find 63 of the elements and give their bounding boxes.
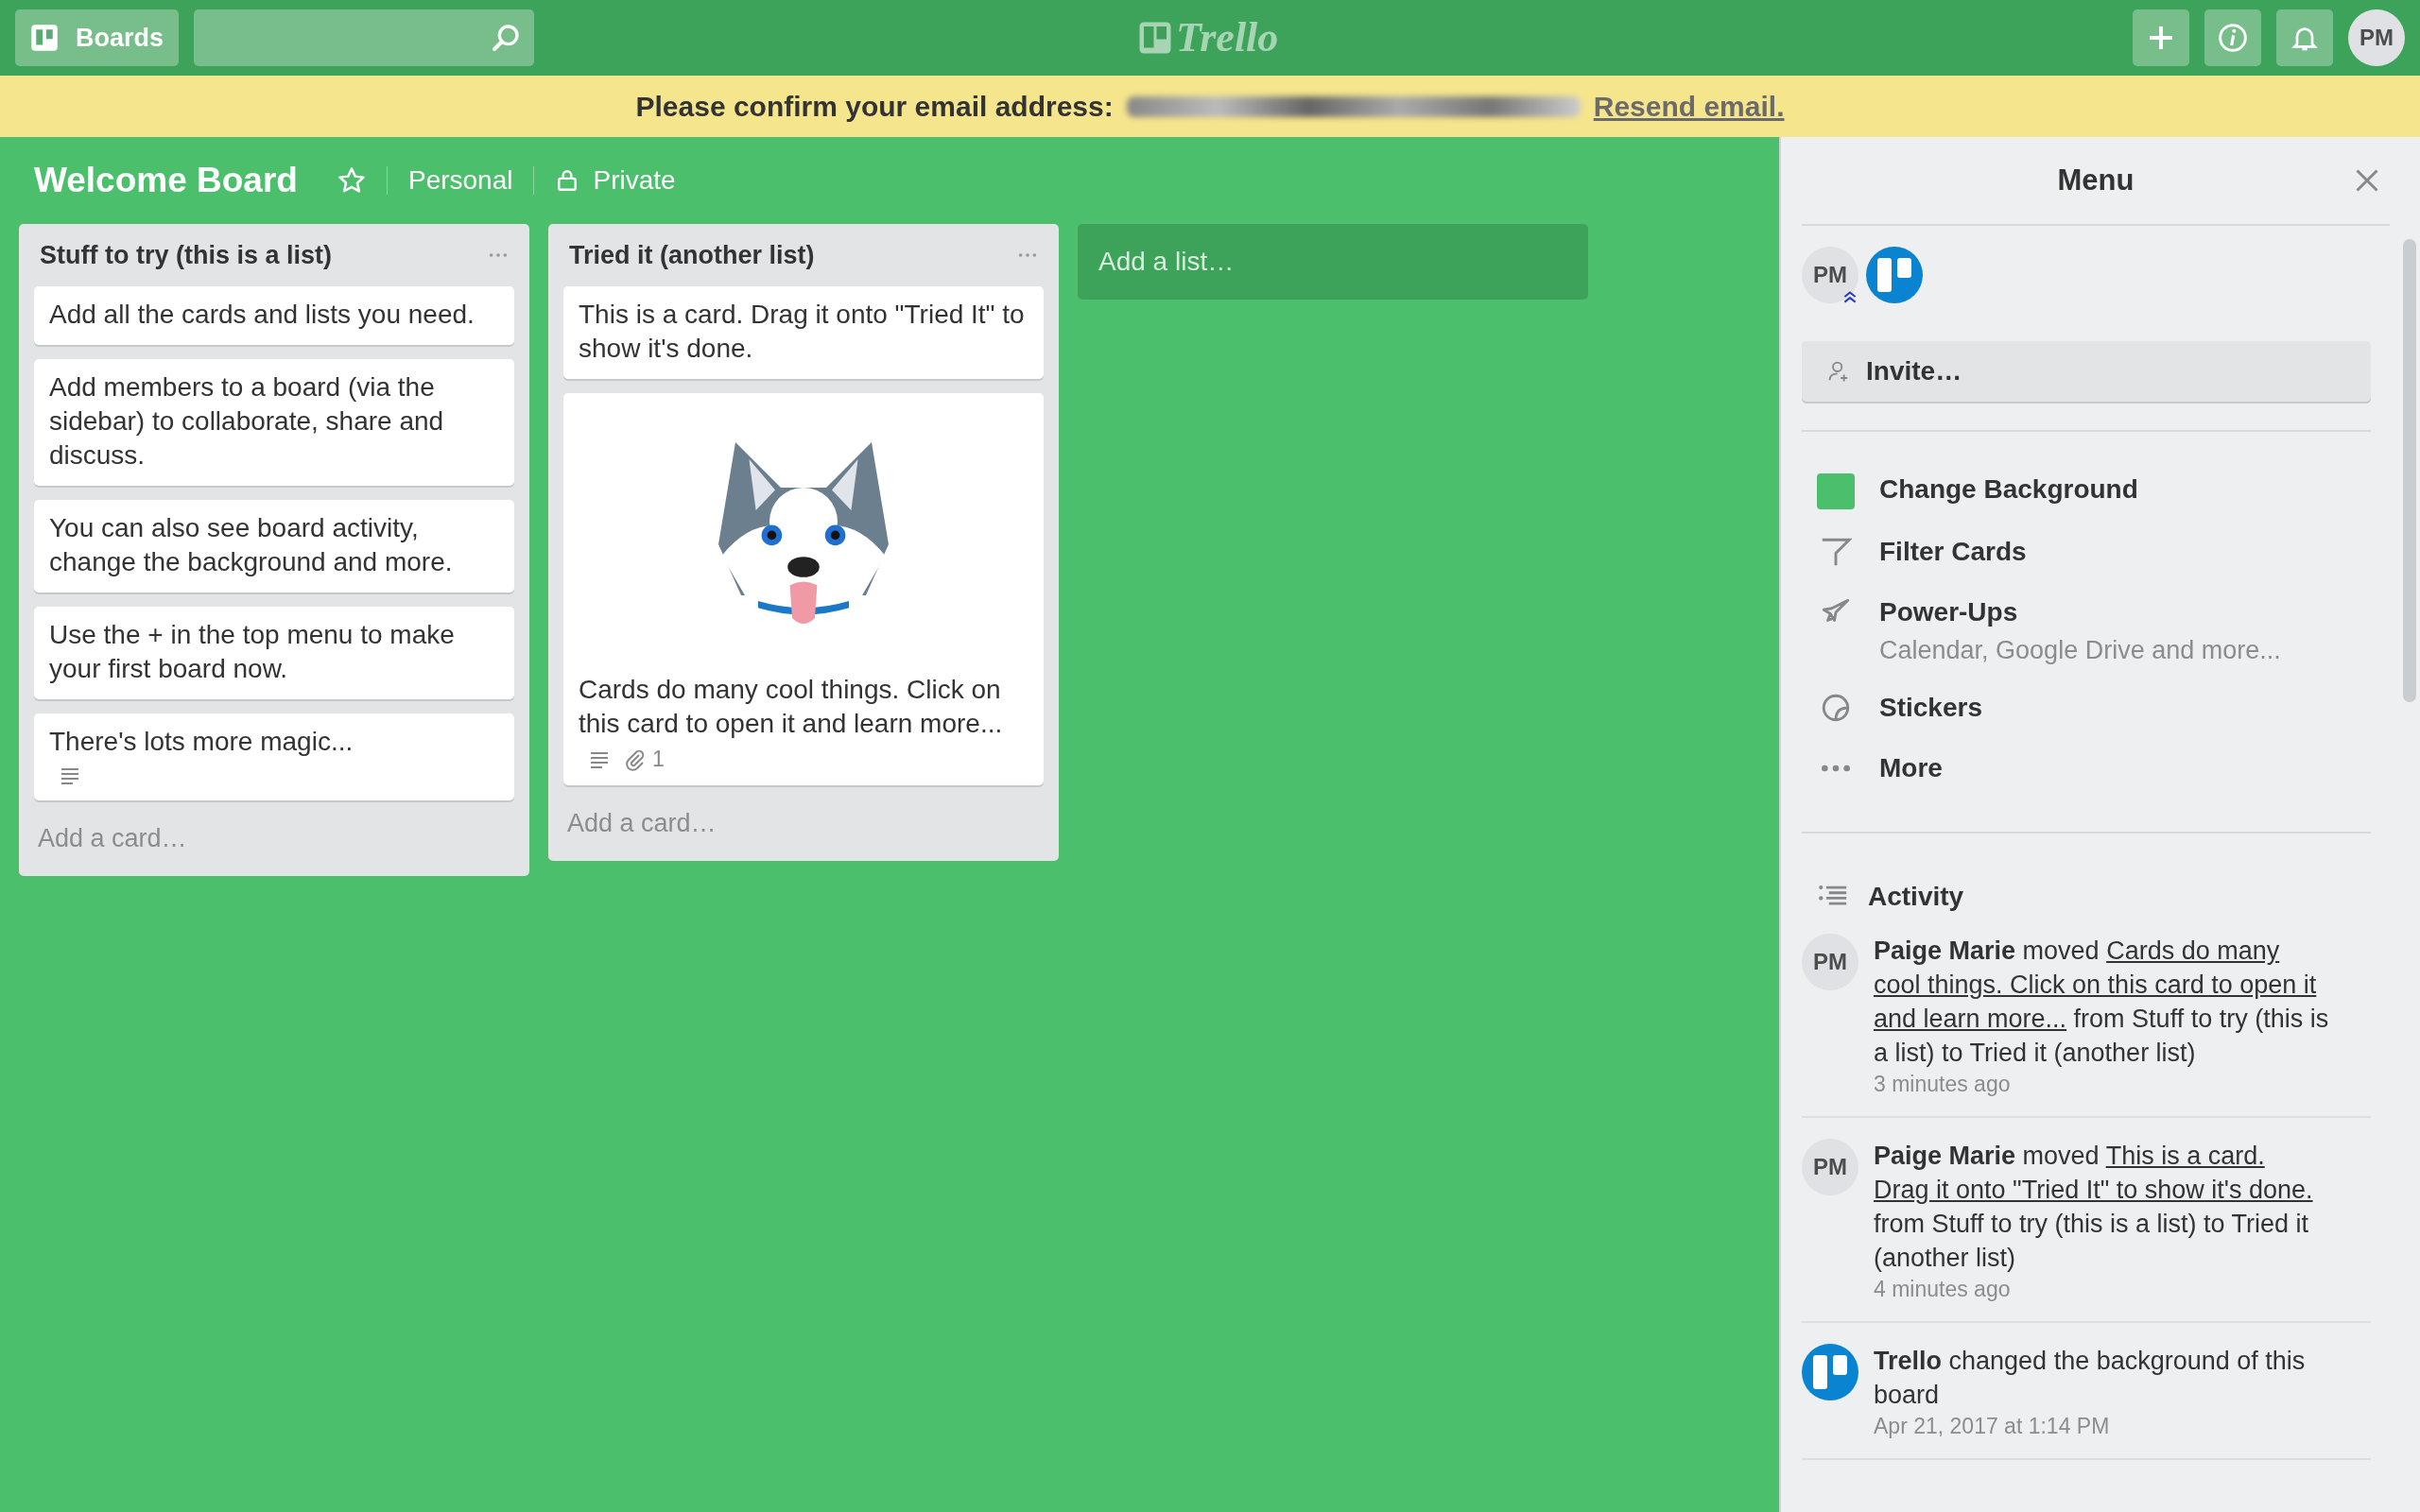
search-field[interactable] — [194, 9, 535, 66]
board-icon — [30, 24, 59, 52]
sticker-icon — [1820, 692, 1852, 724]
background-swatch — [1817, 473, 1855, 509]
activity-time: Apr 21, 2017 at 1:14 PM — [1874, 1414, 2111, 1439]
invite-button[interactable]: Invite… — [1802, 341, 2371, 402]
card-text: This is a card. Drag it onto "Tried It" to show it's done. — [579, 299, 1026, 365]
card-link[interactable]: This is a card. — [2105, 1142, 2265, 1170]
menu-item[interactable]: Filter Cards — [1879, 534, 2027, 570]
card-link[interactable]: cool things. Click on this card to open it — [1874, 971, 2317, 999]
more-icon[interactable] — [488, 251, 509, 259]
menu-item[interactable]: Power-Ups — [1879, 594, 2281, 630]
card[interactable]: This is a card. Drag it onto "Tried It" to show it's done. — [563, 286, 1044, 379]
card-link[interactable]: Cards do many — [2106, 936, 2280, 965]
logo-text: Trello — [1176, 13, 1279, 61]
activity-text: Paige Marie moved Cards do many cool things. Click on this card to open it and learn more... from Stuff to try (this is a list) to Tried it (another list) — [1874, 936, 2330, 1069]
member-avatar[interactable]: PM — [1802, 247, 1858, 303]
card[interactable]: Add members to a board (via the sidebar) to collaborate, share and discuss. — [34, 359, 514, 486]
add-button[interactable] — [2133, 9, 2189, 66]
activity-text: Trello changed the background of this board — [1874, 1346, 2307, 1411]
card-text: You can also see board activity, change the background and more. — [49, 512, 454, 578]
info-icon — [2218, 23, 2248, 53]
star-icon[interactable] — [337, 166, 366, 195]
menu-item[interactable]: Change Background — [1879, 472, 2138, 507]
banner-message: Please confirm your email address: — [635, 90, 1114, 123]
card[interactable]: There's lots more magic... — [34, 713, 514, 800]
card[interactable]: Cards do many cool things. Click on this card to open it and learn more... 1 — [563, 393, 1044, 785]
card-text: Cards do many cool things. Click on this card to open it and learn more... — [579, 674, 1004, 740]
logo-icon — [1138, 20, 1172, 55]
member-avatar[interactable]: PM — [1802, 934, 1858, 990]
trello-avatar[interactable] — [1802, 1344, 1858, 1400]
search-icon — [491, 23, 522, 53]
more-icon — [1820, 764, 1852, 773]
scrollbar[interactable] — [2403, 239, 2416, 702]
list-title[interactable]: Stuff to try (this is a list) — [40, 240, 332, 270]
menu-item-description: Calendar, Google Drive and more... — [1879, 636, 2281, 665]
card[interactable]: Use the + in the top menu to make your first board now. — [34, 607, 514, 699]
card-link[interactable]: and learn more... — [1874, 1005, 2067, 1033]
card[interactable]: You can also see board activity, change the background and more. — [34, 500, 514, 593]
user-avatar[interactable]: PM — [2348, 9, 2405, 66]
card-link[interactable]: Drag it onto "Tried It" to show it's done. — [1874, 1176, 2313, 1204]
resend-email-link[interactable]: Resend email. — [1593, 90, 1785, 123]
list-title[interactable]: Tried it (another list) — [569, 240, 815, 270]
activity-text: Paige Marie moved This is a card. Drag it onto "Tried It" to show it's done. from Stuff to try (this is a list) to Tried it (another list) — [1874, 1141, 2314, 1274]
menu-item[interactable]: More — [1879, 750, 1943, 786]
card[interactable]: Add all the cards and lists you need. — [34, 286, 514, 345]
menu-item[interactable]: Stickers — [1879, 690, 1982, 726]
attachment-count: 1 — [652, 747, 665, 772]
activity-title: Activity — [1868, 882, 1964, 912]
card-text: Add members to a board (via the sidebar) to collaborate, share and discuss. — [49, 371, 445, 472]
close-icon[interactable] — [2354, 167, 2380, 194]
card-text: There's lots more magic... — [49, 726, 354, 758]
paperclip-icon — [624, 747, 647, 771]
trello-avatar[interactable] — [1866, 247, 1923, 303]
info-button[interactable] — [2204, 9, 2261, 66]
member-avatar[interactable]: PM — [1802, 1139, 1858, 1195]
card-text: Add all the cards and lists you need. — [49, 299, 475, 331]
notifications-button[interactable] — [2276, 9, 2333, 66]
menu-title: Menu — [2057, 163, 2135, 198]
activity-time: 4 minutes ago — [1874, 1277, 2012, 1302]
activity-time: 3 minutes ago — [1874, 1072, 2012, 1097]
more-icon[interactable] — [1017, 251, 1038, 259]
card-text: Use the + in the top menu to make your first board now. — [49, 619, 456, 685]
